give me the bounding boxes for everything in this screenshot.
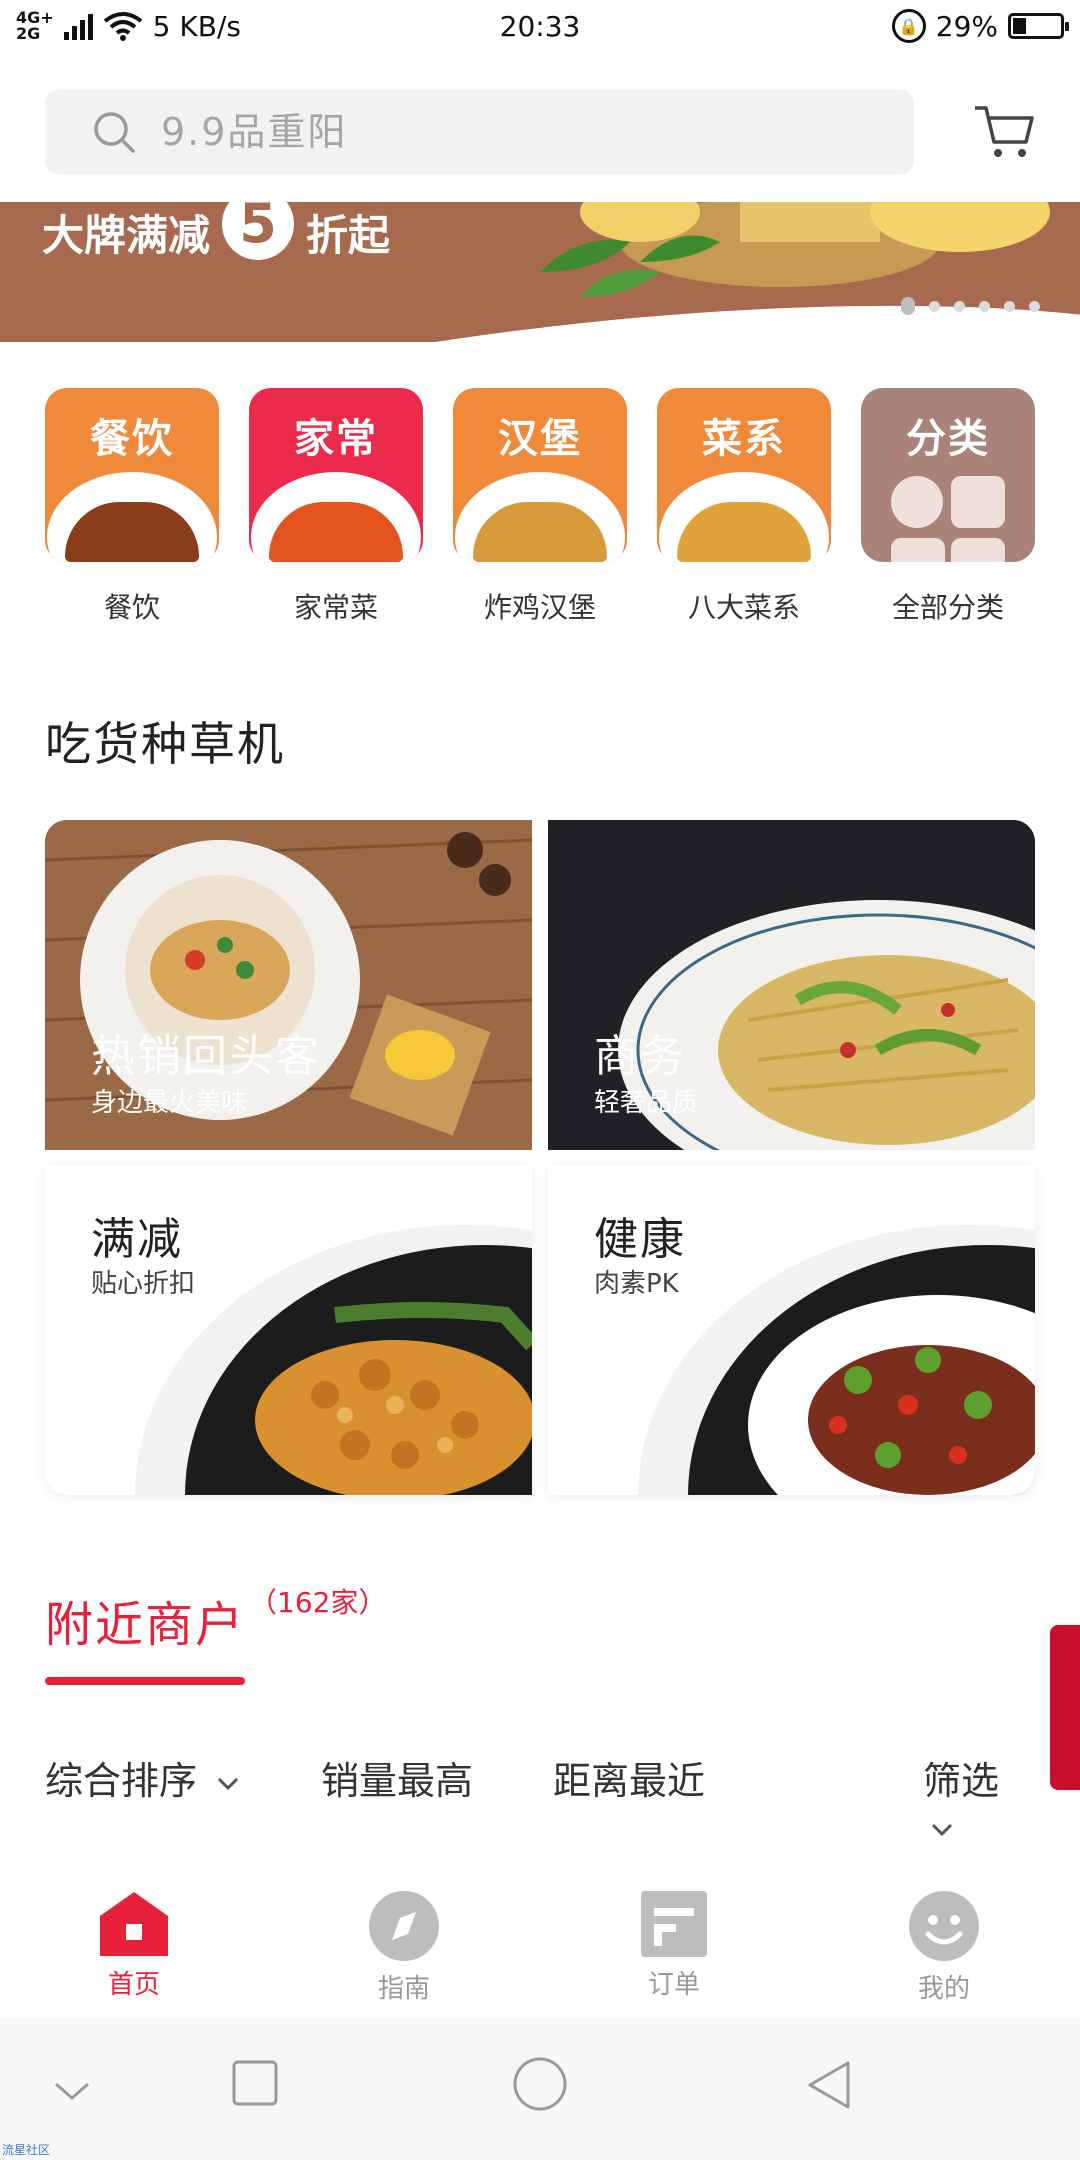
banner-text-left: 大牌满减 [42,211,211,260]
feature-subtitle: 肉素PK [594,1269,679,1299]
nav-home[interactable]: 首页 [74,1890,194,2001]
search-input[interactable] [161,110,861,154]
order-icon [641,1891,707,1957]
feature-title: 满减 [91,1214,183,1265]
filter-label: 筛选 [923,1759,1000,1803]
sort-comprehensive-label: 综合排序 [45,1759,198,1803]
status-left: 4G+ 2G 5 KB/s [16,10,241,43]
battery-percent: 29% [935,9,998,43]
feature-subtitle: 身边最火美味 [91,1088,248,1118]
nav-profile[interactable]: 我的 [884,1890,1004,2005]
carousel-dot [1004,300,1015,312]
feature-title: 热销回头客 [91,1031,321,1082]
nav-label: 首页 [107,1970,160,2000]
nearby-merchants-tab[interactable]: 附近商户 （162家） [45,1585,386,1685]
battery-fill [1013,18,1026,34]
category-cuisines[interactable]: 菜系 八大菜系 [657,388,831,626]
clock: 20:33 [499,9,581,43]
feature-card-health[interactable]: 健康 肉素PK [548,1165,1035,1495]
nearby-title: 附近商户 [45,1597,246,1653]
home-icon [100,1892,168,1956]
grid-icon [891,476,1005,562]
category-tile: 餐饮 [45,388,219,562]
cart-icon[interactable] [972,98,1038,164]
rotation-lock-icon: 🔒 [891,9,926,43]
category-tile: 菜系 [657,388,831,562]
nav-label: 我的 [917,1974,970,2004]
category-label: 家常菜 [293,591,378,624]
carousel-dot [1029,300,1040,312]
wifi-icon [103,12,142,41]
category-row: 餐饮 餐饮 家常 家常菜 汉堡 炸鸡汉堡 菜系 八大菜系 分类 全部分类 [45,388,1035,626]
category-all[interactable]: 分类 全部分类 [861,388,1035,626]
filter-button[interactable]: 筛选 [923,1750,1035,1849]
banner-headline: 大牌满减 5 折起 [42,202,390,263]
carousel-dot [954,300,965,312]
carousel-dot [929,300,940,312]
category-tile: 分类 [861,388,1035,562]
category-burger[interactable]: 汉堡 炸鸡汉堡 [453,388,627,626]
category-label: 八大菜系 [687,591,800,624]
recent-apps-icon[interactable] [232,2060,278,2106]
category-catering[interactable]: 餐饮 餐饮 [45,388,219,626]
category-tag: 分类 [906,416,990,462]
category-tile: 家常 [249,388,423,562]
watermark: 流星社区 [2,2143,51,2157]
category-tile: 汉堡 [453,388,627,562]
carousel-dot [979,300,990,312]
nav-label: 订单 [647,1970,700,2000]
chevron-down-icon [218,1777,239,1790]
search-icon [94,112,135,153]
feature-card-discount[interactable]: 满减 贴心折扣 [45,1165,532,1495]
tab-underline [45,1677,245,1685]
section-title: 吃货种草机 [45,717,285,771]
nearby-count: （162家） [249,1586,387,1619]
collapse-icon[interactable] [52,2080,92,2104]
category-label: 餐饮 [103,591,160,624]
sort-distance[interactable]: 距离最近 [553,1750,705,1805]
search-row [0,88,1080,176]
nav-orders[interactable]: 订单 [614,1890,734,2001]
sort-sales[interactable]: 销量最高 [321,1750,473,1805]
feature-title: 商务 [594,1031,686,1082]
category-tag: 菜系 [702,416,786,462]
status-bar: 4G+ 2G 5 KB/s 20:33 🔒 29% [0,0,1080,52]
nav-label: 指南 [377,1974,430,2004]
status-right: 🔒 29% [891,9,1069,43]
category-label: 全部分类 [891,591,1004,624]
chevron-down-icon [931,1823,953,1836]
feature-card-business[interactable]: 商务 轻奢品质 [548,820,1035,1150]
category-tag: 家常 [294,416,378,462]
banner-text-right: 折起 [306,211,391,260]
system-nav-bar: 流星社区 [0,2018,1080,2160]
signal-icon [63,12,93,40]
network-speed: 5 KB/s [152,9,241,43]
category-tag: 餐饮 [90,416,174,462]
sort-bar: 综合排序 销量最高 距离最近 筛选 [45,1750,1035,1836]
carousel-dot [901,297,915,315]
feature-grid: 热销回头客 身边最火美味 商务 轻奢品质 满减 贴心折扣 健康 肉素PK [45,820,1035,1495]
category-label: 炸鸡汉堡 [483,591,596,624]
bottom-nav: 首页 指南 订单 我的 [0,1880,1080,2020]
feature-subtitle: 轻奢品质 [594,1088,699,1118]
category-home-cooking[interactable]: 家常 家常菜 [249,388,423,626]
carousel-dots [901,297,1040,315]
floating-promo-badge[interactable] [1050,1625,1080,1790]
network-type: 4G+ 2G [16,8,54,43]
home-button-icon[interactable] [512,2056,568,2112]
profile-icon [909,1891,979,1961]
feature-title: 健康 [594,1214,686,1265]
compass-icon [369,1891,439,1961]
feature-subtitle: 贴心折扣 [91,1269,196,1299]
search-box[interactable] [45,90,914,174]
sort-comprehensive[interactable]: 综合排序 [45,1750,239,1805]
feature-card-bestseller[interactable]: 热销回头客 身边最火美味 [45,820,532,1150]
back-icon[interactable] [806,2060,852,2110]
battery-icon [1008,13,1069,39]
nav-guide[interactable]: 指南 [344,1890,464,2005]
category-tag: 汉堡 [498,416,582,462]
banner-number: 5 [222,202,295,260]
promo-banner[interactable]: 大牌满减 5 折起 [0,202,1080,342]
